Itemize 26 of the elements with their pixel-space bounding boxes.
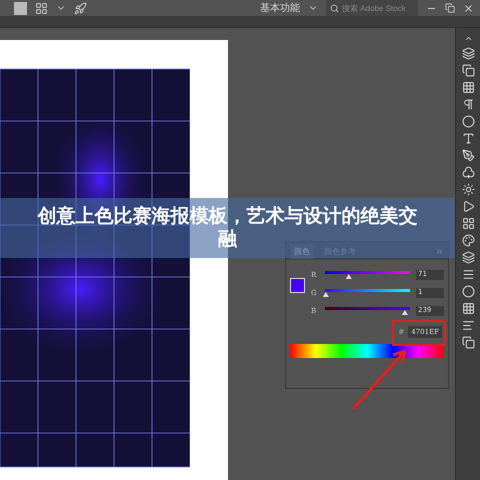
grid-icon[interactable] xyxy=(462,81,474,94)
club-icon[interactable] xyxy=(462,166,474,179)
layout-icon[interactable] xyxy=(35,2,48,14)
restore-icon[interactable] xyxy=(445,3,455,13)
close-icon[interactable] xyxy=(463,2,474,14)
transform-icon[interactable] xyxy=(462,302,474,315)
scroll-up-icon[interactable] xyxy=(464,34,472,43)
type-icon[interactable] xyxy=(462,132,474,145)
search-field[interactable]: 搜索 Adobe Stock xyxy=(326,0,418,16)
ellipse-icon[interactable] xyxy=(462,115,474,128)
align-icon[interactable] xyxy=(462,319,474,332)
transparency-icon[interactable] xyxy=(462,285,474,298)
search-icon xyxy=(330,4,339,12)
color-spectrum[interactable] xyxy=(290,344,444,358)
artboards-icon[interactable] xyxy=(462,64,474,77)
highlight-frame xyxy=(392,320,446,346)
swatches-icon[interactable] xyxy=(462,217,474,230)
rocket-icon[interactable] xyxy=(74,2,87,14)
play-icon[interactable] xyxy=(462,200,474,213)
layers-icon[interactable] xyxy=(462,47,474,60)
sun-icon[interactable] xyxy=(462,183,474,196)
stroke-icon[interactable] xyxy=(462,268,474,281)
palette-icon[interactable] xyxy=(462,234,474,247)
paragraph-icon[interactable] xyxy=(462,98,474,111)
workspace-label[interactable]: 基本功能 xyxy=(260,1,300,15)
fill-swatch[interactable] xyxy=(290,278,305,293)
